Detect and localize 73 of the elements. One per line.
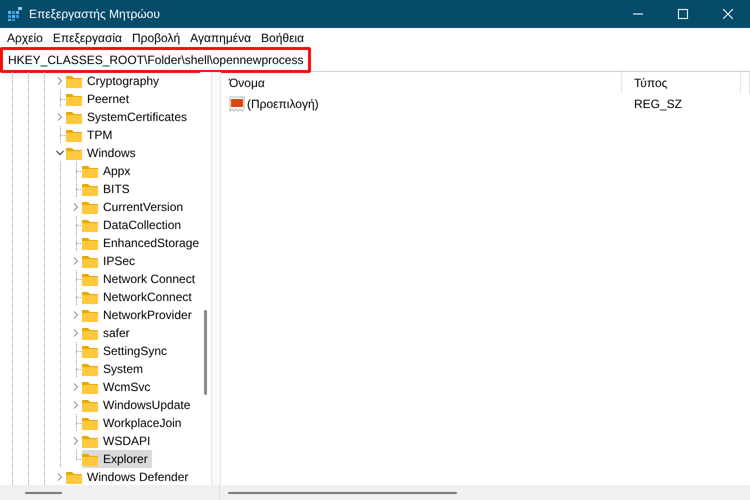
tree-item[interactable]: DataCollection <box>82 216 186 234</box>
chevron-right-icon[interactable] <box>72 437 80 445</box>
tree-item[interactable]: BITS <box>82 180 134 198</box>
folder-icon <box>82 272 98 286</box>
tree-item[interactable]: WSDAPI <box>82 432 154 450</box>
chevron-right-icon[interactable] <box>72 203 80 211</box>
folder-icon <box>66 110 82 124</box>
folder-icon <box>66 470 82 484</box>
tree-item[interactable]: EnhancedStorage <box>82 234 200 252</box>
folder-icon <box>82 452 98 466</box>
tree-item[interactable]: Explorer <box>82 450 152 468</box>
folder-icon <box>82 182 98 196</box>
tree-item[interactable]: Windows Defender <box>66 468 192 485</box>
tree-item[interactable]: NetworkProvider <box>82 306 196 324</box>
folder-icon <box>66 146 82 160</box>
folder-icon <box>82 344 98 358</box>
folder-icon <box>82 308 98 322</box>
menu-item[interactable]: Αγαπημένα <box>185 31 256 45</box>
folder-icon <box>82 398 98 412</box>
tree-item[interactable]: safer <box>82 324 134 342</box>
tree-item[interactable]: Windows <box>66 144 140 162</box>
window-title: Επεξεργαστής Μητρώου <box>29 7 160 21</box>
folder-icon <box>82 218 98 232</box>
chevron-right-icon[interactable] <box>56 77 64 85</box>
tree-item[interactable]: WindowsUpdate <box>82 396 194 414</box>
tree-item[interactable]: WorkplaceJoin <box>82 414 186 432</box>
tree-item[interactable]: System <box>82 360 148 378</box>
tree-item[interactable]: Peernet <box>66 90 134 108</box>
string-value-icon <box>229 96 245 112</box>
tree-item[interactable]: SettingSync <box>82 342 172 360</box>
chevron-right-icon[interactable] <box>72 383 80 391</box>
tree-item[interactable]: TPM <box>66 126 116 144</box>
menu-item[interactable]: Επεξεργασία <box>48 31 127 45</box>
value-name[interactable]: (Προεπιλογή) <box>247 97 319 111</box>
menu-item[interactable]: Αρχείο <box>2 31 48 45</box>
tree-item[interactable]: NetworkConnect <box>82 288 196 306</box>
folder-icon <box>82 236 98 250</box>
column-header[interactable]: Τύπος <box>622 72 741 94</box>
tree-item[interactable]: Appx <box>82 162 134 180</box>
tree-item[interactable]: IPSec <box>82 252 140 270</box>
chevron-right-icon[interactable] <box>72 329 80 337</box>
tree-item[interactable]: SystemCertificates <box>66 108 192 126</box>
folder-icon <box>82 164 98 178</box>
folder-icon <box>82 362 98 376</box>
chevron-right-icon[interactable] <box>56 113 64 121</box>
menu-item[interactable]: Βοήθεια <box>256 31 310 45</box>
tree-item[interactable]: Cryptography <box>66 72 164 90</box>
folder-icon <box>82 380 98 394</box>
maximize-icon[interactable] <box>678 9 688 19</box>
folder-icon <box>82 200 98 214</box>
folder-icon <box>82 434 98 448</box>
folder-icon <box>66 128 82 142</box>
folder-icon <box>82 254 98 268</box>
folder-icon <box>82 326 98 340</box>
chevron-down-icon[interactable] <box>56 149 64 157</box>
tree-item[interactable]: WcmSvc <box>82 378 154 396</box>
registry-icon <box>8 7 22 21</box>
address-path: HKEY_CLASSES_ROOT\Folder\shell\opennewprocess <box>0 46 312 72</box>
tree-item[interactable]: Network Connect <box>82 270 200 288</box>
folder-icon <box>66 92 82 106</box>
address-bar[interactable]: HKEY_CLASSES_ROOT\Folder\shell\opennewprocess <box>0 48 750 72</box>
close-icon[interactable] <box>722 9 732 19</box>
tree-item[interactable]: CurrentVersion <box>82 198 188 216</box>
value-type: REG_SZ <box>634 97 682 111</box>
column-header[interactable]: Όνομα <box>221 72 622 94</box>
folder-icon <box>82 290 98 304</box>
folder-icon <box>66 74 82 88</box>
chevron-right-icon[interactable] <box>56 473 64 481</box>
folder-icon <box>82 416 98 430</box>
chevron-right-icon[interactable] <box>72 257 80 265</box>
chevron-right-icon[interactable] <box>72 311 80 319</box>
menu-item[interactable]: Προβολή <box>126 31 186 45</box>
chevron-right-icon[interactable] <box>72 401 80 409</box>
